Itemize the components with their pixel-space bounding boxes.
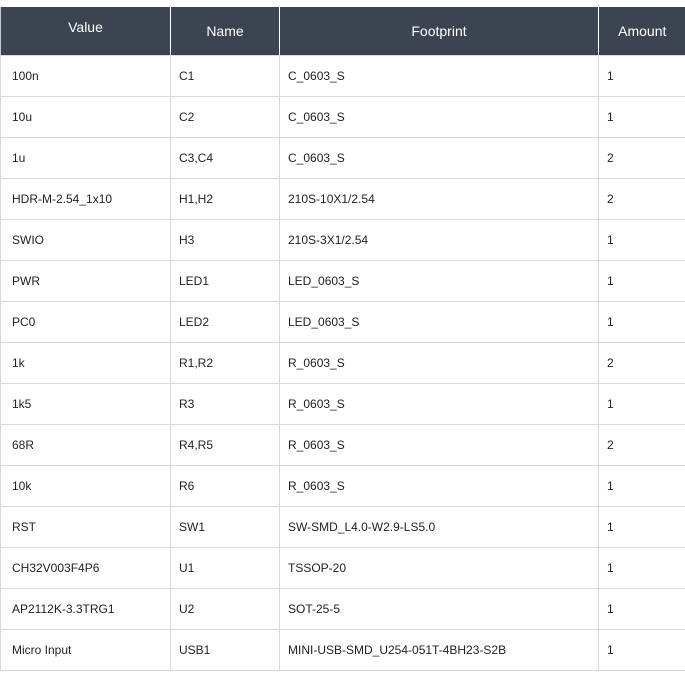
footprint-link[interactable]: LED_0603_S xyxy=(279,301,599,343)
footprint-link[interactable]: C_0603_S xyxy=(279,96,599,138)
amount-cell: 1 xyxy=(598,588,685,630)
bom-table-container: Value Name Footprint Amount 100n C1 C_06… xyxy=(0,7,685,671)
bom-table: Value Name Footprint Amount 100n C1 C_06… xyxy=(0,7,685,671)
column-header-value: Value xyxy=(0,7,171,56)
footprint-link[interactable]: 210S-10X1/2.54 xyxy=(279,178,599,220)
designator-cell: LED2 xyxy=(170,301,280,343)
designator-cell: USB1 xyxy=(170,629,280,671)
amount-cell: 1 xyxy=(598,506,685,548)
footprint-link[interactable]: MINI-USB-SMD_U254-051T-4BH23-S2B xyxy=(279,629,599,671)
designator-cell: R6 xyxy=(170,465,280,507)
value-link[interactable]: Micro Input xyxy=(0,629,171,671)
value-link[interactable]: 10k xyxy=(0,465,171,507)
designator-cell: H3 xyxy=(170,219,280,261)
table-row: HDR-M-2.54_1x10 H1,H2 210S-10X1/2.54 2 xyxy=(0,178,685,220)
footprint-link[interactable]: SOT-25-5 xyxy=(279,588,599,630)
amount-cell: 1 xyxy=(598,547,685,589)
designator-cell: U1 xyxy=(170,547,280,589)
table-row: PC0 LED2 LED_0603_S 1 xyxy=(0,301,685,343)
amount-cell: 1 xyxy=(598,465,685,507)
designator-cell: R3 xyxy=(170,383,280,425)
value-link[interactable]: RST xyxy=(0,506,171,548)
table-row: 100n C1 C_0603_S 1 xyxy=(0,55,685,97)
table-row: CH32V003F4P6 U1 TSSOP-20 1 xyxy=(0,547,685,589)
amount-cell: 1 xyxy=(598,96,685,138)
table-row: PWR LED1 LED_0603_S 1 xyxy=(0,260,685,302)
value-link[interactable]: SWIO xyxy=(0,219,171,261)
footprint-link[interactable]: R_0603_S xyxy=(279,342,599,384)
footprint-link[interactable]: R_0603_S xyxy=(279,465,599,507)
amount-cell: 1 xyxy=(598,383,685,425)
amount-cell: 1 xyxy=(598,219,685,261)
designator-cell: R1,R2 xyxy=(170,342,280,384)
designator-cell: U2 xyxy=(170,588,280,630)
value-link[interactable]: PWR xyxy=(0,260,171,302)
designator-cell: C2 xyxy=(170,96,280,138)
amount-cell: 1 xyxy=(598,260,685,302)
table-row: Micro Input USB1 MINI-USB-SMD_U254-051T-… xyxy=(0,629,685,671)
designator-cell: C3,C4 xyxy=(170,137,280,179)
header-row: Value Name Footprint Amount xyxy=(0,7,685,56)
designator-cell: LED1 xyxy=(170,260,280,302)
designator-cell: R4,R5 xyxy=(170,424,280,466)
column-header-footprint: Footprint xyxy=(279,7,599,56)
footprint-link[interactable]: 210S-3X1/2.54 xyxy=(279,219,599,261)
value-link[interactable]: AP2112K-3.3TRG1 xyxy=(0,588,171,630)
value-link[interactable]: 68R xyxy=(0,424,171,466)
footprint-link[interactable]: C_0603_S xyxy=(279,137,599,179)
amount-cell: 2 xyxy=(598,178,685,220)
amount-cell: 1 xyxy=(598,301,685,343)
footprint-link[interactable]: SW-SMD_L4.0-W2.9-LS5.0 xyxy=(279,506,599,548)
value-link[interactable]: HDR-M-2.54_1x10 xyxy=(0,178,171,220)
value-link[interactable]: 1k5 xyxy=(0,383,171,425)
footprint-link[interactable]: LED_0603_S xyxy=(279,260,599,302)
designator-cell: SW1 xyxy=(170,506,280,548)
value-link[interactable]: CH32V003F4P6 xyxy=(0,547,171,589)
table-row: 1u C3,C4 C_0603_S 2 xyxy=(0,137,685,179)
designator-cell: H1,H2 xyxy=(170,178,280,220)
column-header-amount: Amount xyxy=(598,7,685,56)
designator-cell: C1 xyxy=(170,55,280,97)
bom-table-header: Value Name Footprint Amount xyxy=(0,7,685,56)
value-link[interactable]: 1k xyxy=(0,342,171,384)
bom-table-body: 100n C1 C_0603_S 1 10u C2 C_0603_S 1 1u … xyxy=(0,55,685,671)
table-row: 68R R4,R5 R_0603_S 2 xyxy=(0,424,685,466)
value-link[interactable]: 10u xyxy=(0,96,171,138)
footprint-link[interactable]: R_0603_S xyxy=(279,424,599,466)
value-link[interactable]: 1u xyxy=(0,137,171,179)
table-row: 1k R1,R2 R_0603_S 2 xyxy=(0,342,685,384)
amount-cell: 2 xyxy=(598,342,685,384)
amount-cell: 2 xyxy=(598,424,685,466)
footprint-link[interactable]: TSSOP-20 xyxy=(279,547,599,589)
table-row: 1k5 R3 R_0603_S 1 xyxy=(0,383,685,425)
table-row: 10k R6 R_0603_S 1 xyxy=(0,465,685,507)
footprint-link[interactable]: C_0603_S xyxy=(279,55,599,97)
value-link[interactable]: 100n xyxy=(0,55,171,97)
amount-cell: 1 xyxy=(598,629,685,671)
table-row: RST SW1 SW-SMD_L4.0-W2.9-LS5.0 1 xyxy=(0,506,685,548)
value-link[interactable]: PC0 xyxy=(0,301,171,343)
footprint-link[interactable]: R_0603_S xyxy=(279,383,599,425)
table-row: SWIO H3 210S-3X1/2.54 1 xyxy=(0,219,685,261)
amount-cell: 2 xyxy=(598,137,685,179)
amount-cell: 1 xyxy=(598,55,685,97)
table-row: 10u C2 C_0603_S 1 xyxy=(0,96,685,138)
column-header-name: Name xyxy=(170,7,280,56)
table-row: AP2112K-3.3TRG1 U2 SOT-25-5 1 xyxy=(0,588,685,630)
